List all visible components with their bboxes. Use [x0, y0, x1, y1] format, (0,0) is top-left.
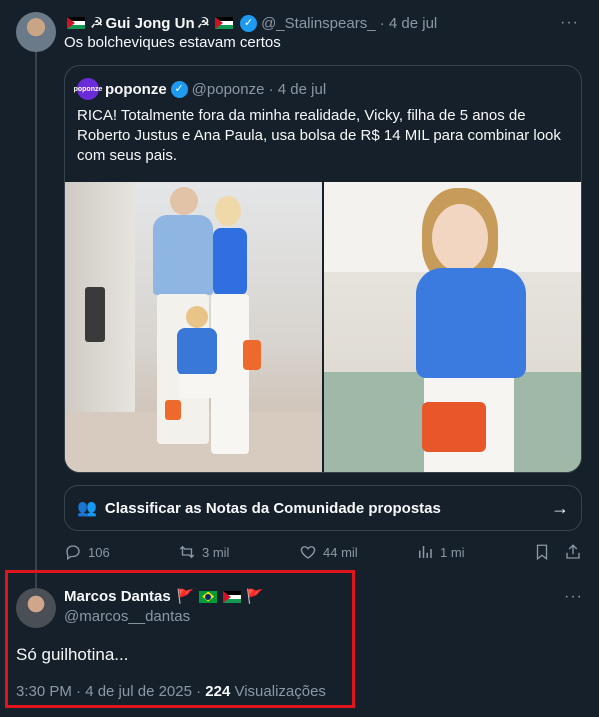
share-button[interactable] [564, 540, 582, 564]
photo-man-shirt [153, 215, 213, 295]
community-notes-label: Classificar as Notas da Comunidade propo… [104, 499, 441, 517]
views-count: 1 mi [440, 544, 465, 560]
tweet2-views-count: 224 [205, 683, 231, 700]
separator: · [375, 14, 389, 32]
brazil-flag-icon [199, 590, 218, 603]
like-count: 44 mil [323, 544, 358, 560]
tweet2-meta: 3:30 PM · 4 de jul de 2025 · 224 Visuali… [16, 683, 326, 700]
photo-woman-pants [211, 294, 249, 454]
photo-man-head [170, 187, 198, 215]
photo-child-bag [165, 400, 181, 420]
palestine-flag-icon [223, 590, 242, 603]
tweet1-handle[interactable]: @_Stalinspears_ [261, 15, 375, 32]
quoted-author-name[interactable]: poponze [105, 81, 167, 98]
separator: · [264, 80, 278, 98]
share-icon [566, 544, 580, 559]
photo-girl-bag [422, 402, 486, 452]
quoted-photo-family[interactable] [65, 182, 322, 472]
tweet2-views-label: Visualizações [230, 683, 326, 700]
quoted-handle[interactable]: @poponze [192, 81, 265, 98]
quoted-date[interactable]: 4 de jul [278, 81, 326, 98]
retweet-count: 3 mil [202, 544, 230, 560]
bookmark-icon [536, 544, 548, 561]
quoted-photo-child[interactable] [324, 182, 581, 472]
palestine-flag-icon [215, 17, 234, 29]
hammer-sickle-icon: ☭ [196, 15, 211, 32]
photo-woman-top [213, 228, 247, 296]
thread-line [35, 52, 37, 592]
red-flag-icon: 🚩 [176, 588, 195, 604]
tweet1-author-name[interactable]: Gui Jong Un [105, 15, 194, 32]
tweet1-avatar[interactable] [16, 12, 56, 52]
photo-girl-face [432, 204, 488, 272]
tweet1-text: Os bolcheviques estavam certos [64, 34, 281, 51]
views-icon [419, 546, 432, 558]
reply-button[interactable]: 106 [64, 540, 110, 564]
retweet-button[interactable]: 3 mil [178, 540, 229, 564]
photo-orange-bag [243, 340, 261, 370]
retweet-icon [179, 545, 195, 559]
bookmark-button[interactable] [533, 540, 551, 564]
photo-woman-head [215, 196, 241, 226]
quoted-tweet-avatar[interactable]: poponze [74, 78, 102, 100]
more-options-icon[interactable]: ··· [560, 14, 579, 32]
hammer-sickle-icon: ☭ [90, 15, 104, 32]
reply-icon [66, 545, 80, 561]
tweet1-date[interactable]: 4 de jul [389, 15, 437, 32]
tweet1-header: ☭ Gui Jong Un ☭ ✓ @_Stalinspears_ · 4 de… [64, 13, 579, 33]
photo-child-shorts [179, 374, 215, 398]
views-button[interactable]: 1 mi [416, 540, 465, 564]
more-options-icon[interactable]: ··· [564, 588, 583, 606]
tweet2-timestamp[interactable]: 3:30 PM · 4 de jul de 2025 · [16, 683, 205, 700]
community-notes-button[interactable]: 👥 Classificar as Notas da Comunidade pro… [64, 485, 582, 531]
tweet2-avatar[interactable] [16, 588, 56, 628]
verified-badge-icon: ✓ [240, 14, 258, 32]
photo-child-shirt [177, 328, 217, 376]
quoted-tweet-card[interactable]: poponze poponze ✓ @poponze · 4 de jul RI… [64, 65, 582, 473]
quoted-tweet-header: poponze poponze ✓ @poponze · 4 de jul [74, 78, 326, 100]
verified-badge-icon: ✓ [170, 80, 188, 98]
photo-lamp [85, 287, 105, 342]
heart-icon [300, 546, 316, 559]
tweet2-text: Só guilhotina... [16, 645, 129, 664]
tweet2-author-name[interactable]: Marcos Dantas [64, 588, 171, 605]
like-button[interactable]: 44 mil [299, 540, 358, 564]
tweet2-header: Marcos Dantas 🚩 🚩 [64, 588, 266, 605]
tweet2-handle[interactable]: @marcos__dantas [64, 608, 190, 625]
red-flag-icon: 🚩 [246, 588, 264, 604]
photo-girl-shirt [416, 268, 526, 378]
photo-child-head [186, 306, 208, 328]
palestine-flag-icon [67, 17, 85, 29]
quoted-tweet-text: RICA! Totalmente fora da minha realidade… [77, 107, 561, 164]
arrow-right-icon: → [551, 497, 569, 518]
people-icon: 👥 [77, 500, 97, 517]
tweet1-action-bar: 106 3 mil 44 mil 1 mi [64, 540, 584, 564]
reply-count: 106 [88, 544, 110, 560]
